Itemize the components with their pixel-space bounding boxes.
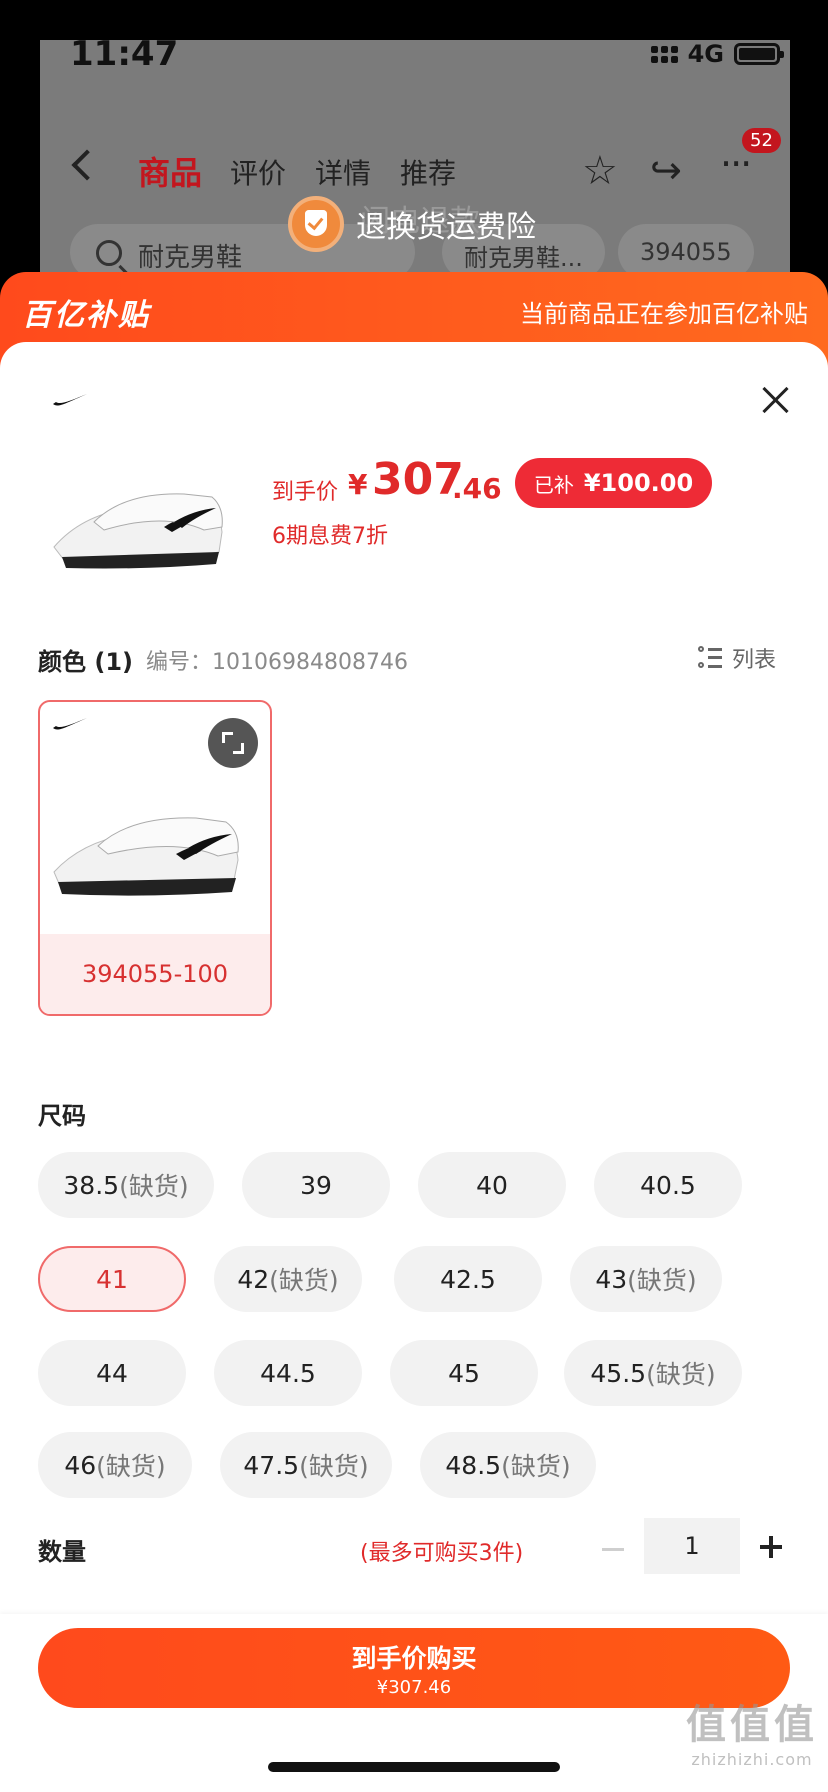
color-section-title: 颜色 (1) xyxy=(38,642,133,677)
top-nav: 商品 评价 详情 推荐 ☆ ↪ ··· 52 xyxy=(70,128,790,198)
size-option[interactable]: 40.5 xyxy=(594,1152,742,1218)
size-value: 44.5 xyxy=(260,1358,316,1388)
signal-icon xyxy=(650,45,678,63)
back-icon[interactable] xyxy=(71,149,103,181)
status-indicators: 4G xyxy=(650,40,784,68)
color-option-image xyxy=(53,817,239,896)
size-note: (缺货) xyxy=(299,1452,369,1481)
size-value: 40 xyxy=(476,1170,508,1200)
size-option-selected[interactable]: 41 xyxy=(38,1246,186,1312)
watermark-url: zhizhizhi.com xyxy=(691,1750,813,1769)
home-indicator[interactable] xyxy=(268,1762,560,1772)
size-value: 45 xyxy=(448,1358,480,1388)
buy-button[interactable]: 到手价购买 ¥307.46 xyxy=(38,1628,790,1708)
size-value: 42.5 xyxy=(440,1264,496,1294)
nike-logo-icon xyxy=(53,394,87,406)
quantity-title: 数量 xyxy=(38,1538,86,1566)
installment-note: 6期息费7折 xyxy=(272,524,388,549)
close-icon[interactable] xyxy=(760,385,790,415)
product-thumbnail xyxy=(53,493,223,569)
tab-details[interactable]: 详情 xyxy=(315,152,371,192)
color-count: (1) xyxy=(94,648,133,676)
quantity-decrease-icon[interactable] xyxy=(602,1548,624,1551)
price-decimal: .46 xyxy=(452,472,502,505)
color-option-card[interactable]: 394055-100 xyxy=(38,700,272,1016)
battery-icon xyxy=(734,43,784,65)
status-bar: 11:47 4G xyxy=(70,30,790,80)
price-currency: ¥ xyxy=(348,468,368,501)
message-badge: 52 xyxy=(742,128,781,153)
size-note: (缺货) xyxy=(119,1172,189,1201)
size-value: 38.5 xyxy=(63,1170,120,1200)
watermark-logo: 值值值 xyxy=(686,1702,818,1748)
size-option[interactable]: 42.5 xyxy=(394,1246,542,1312)
size-note: (缺货) xyxy=(646,1360,716,1389)
size-option[interactable]: 48.5 (缺货) xyxy=(420,1432,596,1498)
tab-recommend[interactable]: 推荐 xyxy=(400,152,456,192)
size-value: 39 xyxy=(300,1170,332,1200)
share-icon[interactable]: ↪ xyxy=(650,148,682,192)
buy-label: 到手价购买 xyxy=(351,1643,477,1673)
size-value: 46 xyxy=(64,1450,97,1480)
size-option[interactable]: 44 xyxy=(38,1340,186,1406)
size-note: (缺货) xyxy=(96,1452,166,1481)
search-icon xyxy=(96,240,122,266)
quantity-limit: (最多可购买3件) xyxy=(360,1541,524,1566)
size-value: 41 xyxy=(96,1264,128,1294)
color-title-text: 颜色 xyxy=(38,648,86,676)
price-integer: 307 xyxy=(372,454,464,505)
tab-goods[interactable]: 商品 xyxy=(138,148,202,194)
search-placeholder: 耐克男鞋 xyxy=(138,243,243,273)
nike-logo-icon xyxy=(53,718,87,730)
size-option[interactable]: 45 xyxy=(390,1340,538,1406)
list-view-toggle[interactable]: 列表 xyxy=(698,642,776,674)
size-option[interactable]: 47.5 (缺货) xyxy=(220,1432,392,1498)
subsidy-badge: 已补 ¥100.00 xyxy=(515,458,712,508)
size-note: (缺货) xyxy=(501,1452,571,1481)
size-value: 43 xyxy=(595,1264,628,1294)
quantity-input[interactable]: 1 xyxy=(644,1518,740,1574)
size-option[interactable]: 42 (缺货) xyxy=(214,1246,362,1312)
size-option[interactable]: 46 (缺货) xyxy=(38,1432,192,1498)
subsidy-label: 已补 xyxy=(533,472,574,497)
toast-text: 退换货运费险 xyxy=(356,210,536,245)
size-option[interactable]: 40 xyxy=(418,1152,566,1218)
site-watermark: 值值值 zhizhizhi.com xyxy=(686,1692,818,1769)
buy-price: ¥307.46 xyxy=(376,1676,452,1698)
network-label: 4G xyxy=(687,40,724,68)
size-note: (缺货) xyxy=(627,1266,697,1295)
size-note: (缺货) xyxy=(269,1266,339,1295)
size-option[interactable]: 43 (缺货) xyxy=(570,1246,722,1312)
list-label: 列表 xyxy=(732,648,777,673)
favorite-star-icon[interactable]: ☆ xyxy=(582,148,618,194)
tab-reviews[interactable]: 评价 xyxy=(230,152,286,192)
shield-check-icon xyxy=(288,196,344,252)
toast: 退换货运费险 xyxy=(288,196,536,252)
price-label: 到手价 xyxy=(272,480,339,505)
status-time: 11:47 xyxy=(70,34,179,74)
size-value: 44 xyxy=(96,1358,128,1388)
quantity-increase-icon[interactable] xyxy=(760,1536,782,1558)
color-option-label: 394055-100 xyxy=(40,934,270,1014)
expand-icon[interactable] xyxy=(208,718,258,768)
size-value: 48.5 xyxy=(445,1450,502,1480)
size-value: 40.5 xyxy=(640,1170,696,1200)
list-icon xyxy=(698,646,722,670)
subsidy-amount: ¥100.00 xyxy=(583,469,694,497)
size-value: 45.5 xyxy=(590,1358,647,1388)
size-option[interactable]: 45.5 (缺货) xyxy=(564,1340,742,1406)
sku-code: 编号：10106984808746 xyxy=(146,650,408,675)
promo-logo: 百亿补贴 xyxy=(22,298,150,333)
size-option[interactable]: 39 xyxy=(242,1152,390,1218)
size-option[interactable]: 38.5 (缺货) xyxy=(38,1152,214,1218)
size-value: 42 xyxy=(237,1264,270,1294)
size-section-title: 尺码 xyxy=(38,1102,86,1130)
promo-note: 当前商品正在参加百亿补贴 xyxy=(520,300,808,328)
size-value: 47.5 xyxy=(243,1450,300,1480)
sku-sheet: 到手价 ¥ 307 .46 已补 ¥100.00 6期息费7折 颜色 (1) 编… xyxy=(0,342,828,1792)
size-option[interactable]: 44.5 xyxy=(214,1340,362,1406)
